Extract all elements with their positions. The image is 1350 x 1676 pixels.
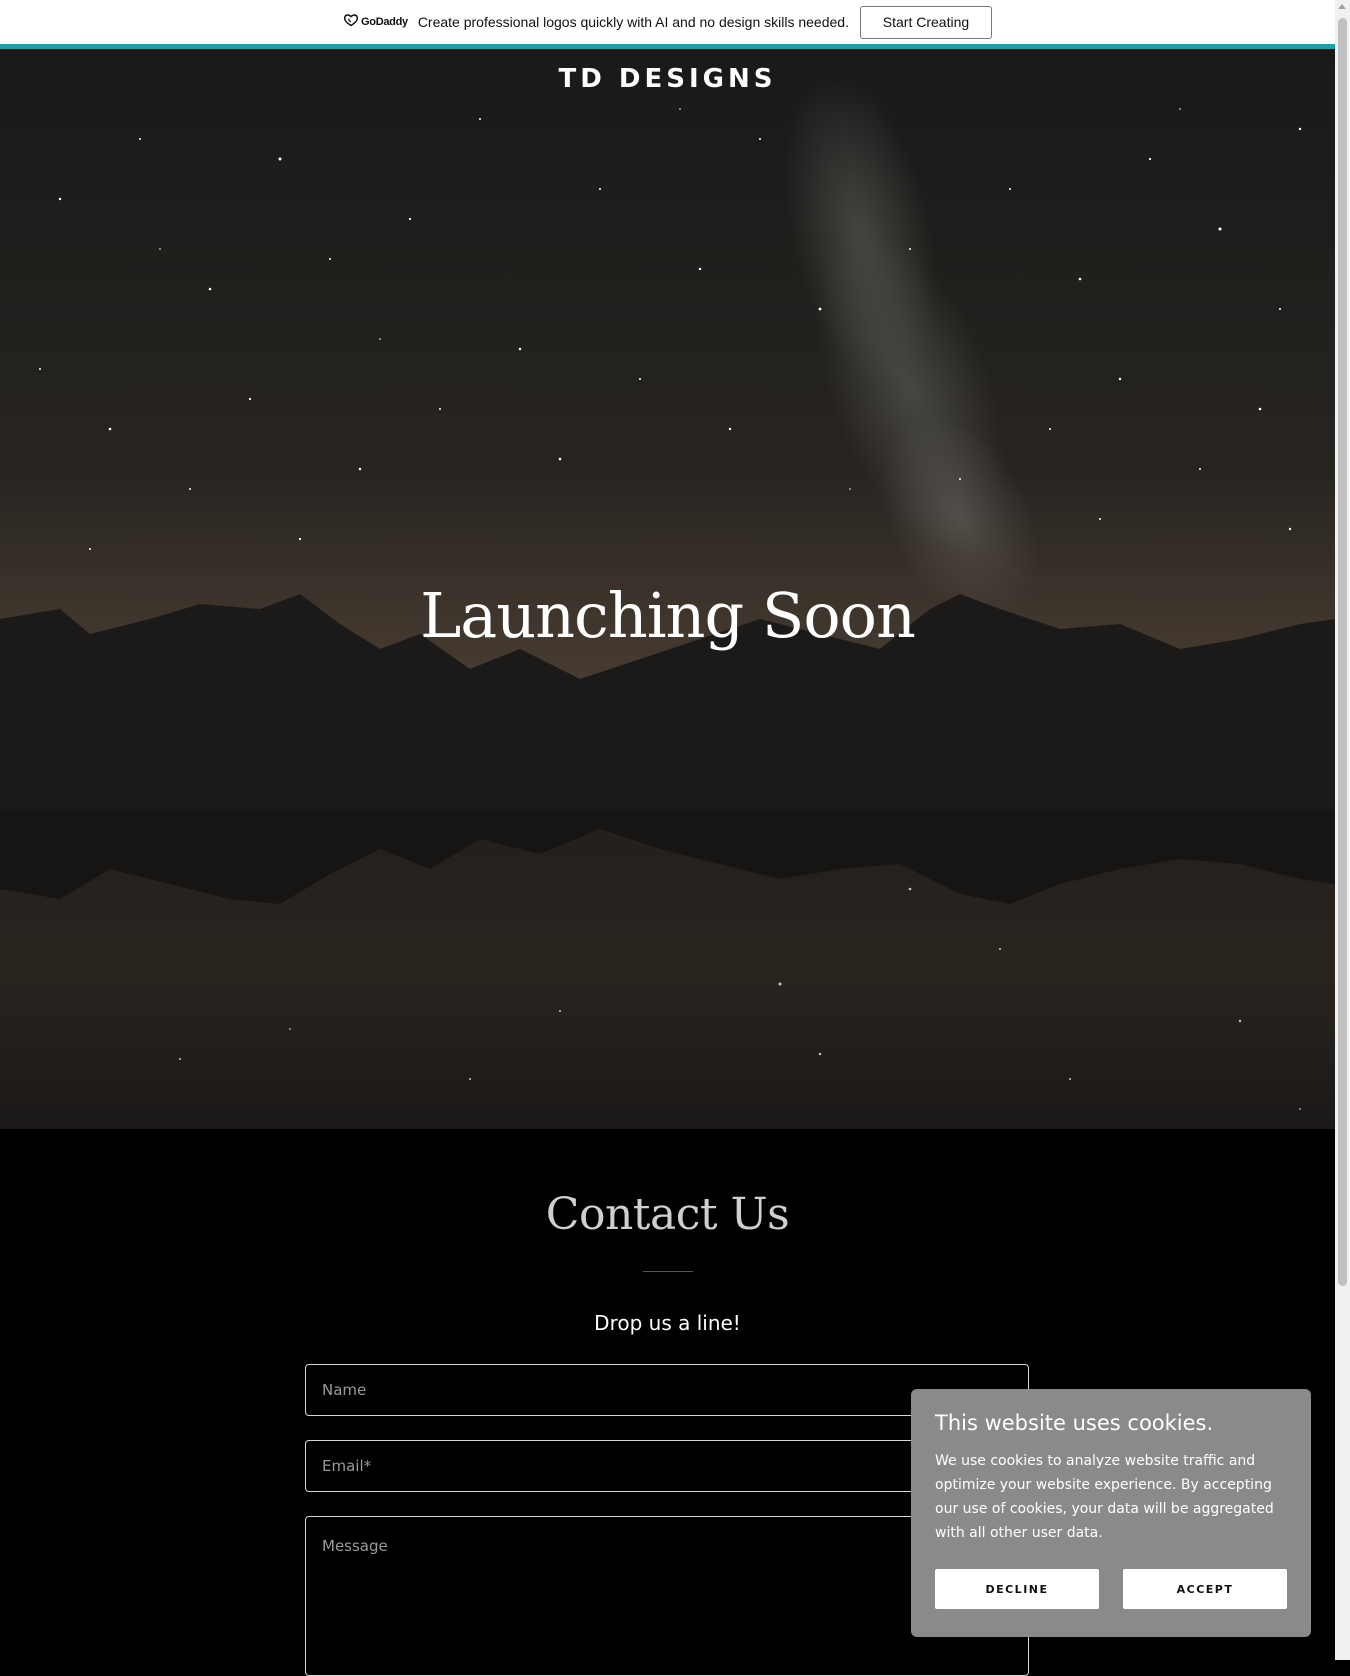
decline-button[interactable]: DECLINE [935, 1569, 1099, 1609]
accept-button[interactable]: ACCEPT [1123, 1569, 1287, 1609]
cookie-actions: DECLINE ACCEPT [935, 1569, 1287, 1609]
cookie-title: This website uses cookies. [935, 1411, 1214, 1435]
contact-divider [643, 1271, 693, 1272]
godaddy-logo-icon [343, 13, 359, 32]
cookie-banner: This website uses cookies. We use cookie… [911, 1389, 1311, 1637]
contact-title: Contact Us [545, 1189, 790, 1240]
godaddy-logo-text: GoDaddy [361, 16, 408, 28]
godaddy-logo[interactable]: GoDaddy [343, 13, 408, 32]
scroll-up-arrow-icon[interactable] [1338, 4, 1346, 9]
page-scrollbar[interactable] [1335, 0, 1350, 1660]
start-creating-button[interactable]: Start Creating [859, 5, 992, 39]
contact-subtitle: Drop us a line! [594, 1311, 741, 1335]
cookie-body: We use cookies to analyze website traffi… [935, 1453, 1274, 1541]
hero-section: TD DESIGNS Launching Soon [0, 49, 1335, 1129]
promo-banner: GoDaddy Create professional logos quickl… [0, 0, 1335, 49]
promo-message: Create professional logos quickly with A… [417, 14, 849, 30]
scrollbar-thumb[interactable] [1338, 18, 1347, 1286]
site-brand[interactable]: TD DESIGNS [0, 64, 1335, 94]
hero-title: Launching Soon [420, 579, 916, 652]
